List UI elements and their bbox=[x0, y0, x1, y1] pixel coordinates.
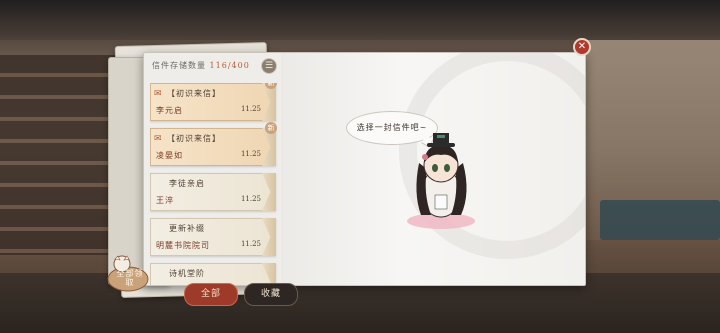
letter-item[interactable]: 更新补缀 明麓书院院司 11.25 bbox=[150, 218, 276, 256]
letter-date: 11.25 bbox=[240, 240, 261, 248]
storage-label: 信件存储数量 bbox=[152, 61, 206, 70]
letter-sender: 李元启 bbox=[156, 106, 183, 115]
letter-sender: 凌晏如 bbox=[156, 151, 183, 160]
letter-item[interactable]: 诗机堂阶 bbox=[150, 263, 276, 285]
claim-all-label: 全部领取 bbox=[116, 269, 144, 287]
storage-count: 116/400 bbox=[209, 61, 250, 70]
letter-title: 更新补缀 bbox=[169, 224, 205, 233]
background-roof bbox=[0, 0, 720, 40]
letter-item[interactable]: ✉ 【初识来信】 凌晏如 11.25 新 bbox=[150, 122, 277, 166]
envelope-flap bbox=[262, 173, 276, 211]
close-button[interactable]: ✕ bbox=[573, 38, 591, 56]
letter-date: 11.25 bbox=[240, 195, 261, 203]
seal-icon: ✉ bbox=[154, 89, 162, 99]
background-shelf bbox=[0, 55, 120, 255]
tab-favorites[interactable]: 收藏 bbox=[244, 283, 298, 306]
chibi-character bbox=[407, 133, 475, 229]
letter-title: 李徒亲启 bbox=[169, 179, 205, 188]
letter-sender: 王淬 bbox=[156, 196, 174, 205]
list-icon[interactable]: ☰ bbox=[261, 58, 277, 74]
storage-counter: 信件存储数量 116/400 bbox=[152, 60, 250, 71]
background-table bbox=[600, 200, 720, 240]
letter-sender: 明麓书院院司 bbox=[156, 241, 210, 250]
letter-item[interactable]: 李徒亲启 王淬 11.25 bbox=[150, 173, 276, 211]
tab-all[interactable]: 全部 bbox=[184, 283, 238, 306]
letter-title: 【初识来信】 bbox=[167, 134, 221, 143]
letter-title: 【初识来信】 bbox=[167, 89, 221, 98]
envelope-flap bbox=[262, 218, 276, 256]
new-badge: 新 bbox=[265, 122, 277, 134]
seal-icon: ✉ bbox=[154, 134, 162, 144]
letter-item[interactable]: ✉ 【初识来信】 李元启 11.25 新 bbox=[150, 83, 277, 121]
letter-panel: 信件存储数量 116/400 ☰ ✉ 【初识来信】 李元启 11.25 新 ✉ … bbox=[143, 52, 586, 286]
envelope-flap bbox=[262, 263, 276, 285]
letter-date: 11.25 bbox=[240, 150, 261, 158]
letter-list[interactable]: ✉ 【初识来信】 李元启 11.25 新 ✉ 【初识来信】 凌晏如 11.25 … bbox=[150, 83, 278, 285]
letter-title: 诗机堂阶 bbox=[169, 269, 205, 278]
letter-date: 11.25 bbox=[240, 105, 261, 113]
